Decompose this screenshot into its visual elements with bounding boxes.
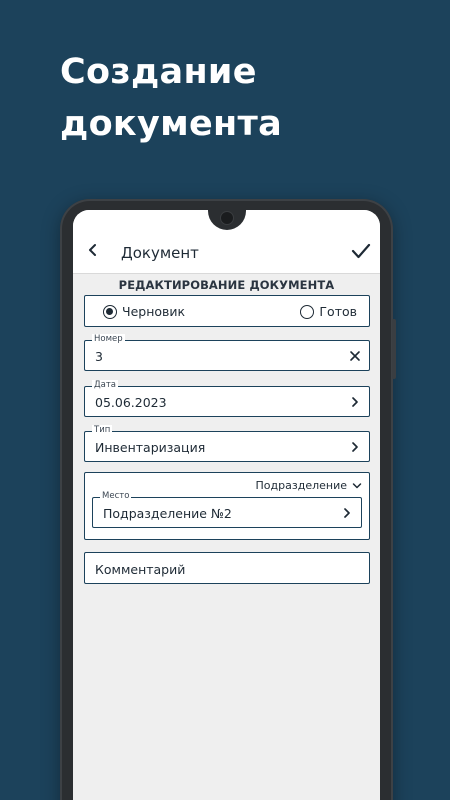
department-toggle[interactable]: Подразделение [256, 479, 362, 492]
radio-draft[interactable]: Черновик [103, 304, 185, 319]
chevron-right-icon[interactable] [341, 507, 353, 519]
place-field-label: Место [100, 491, 132, 502]
clear-icon[interactable] [349, 350, 361, 362]
status-radio-group: Черновик Готов [84, 295, 370, 327]
chevron-right-icon[interactable] [349, 441, 361, 453]
department-section: Подразделение Место Подразделение №2 [84, 472, 370, 540]
radio-checked-icon [103, 304, 117, 319]
number-field-label: Номер [92, 334, 125, 345]
camera-icon [221, 212, 233, 224]
date-field-label: Дата [92, 380, 119, 391]
number-field-value[interactable]: 3 [95, 349, 103, 364]
comment-placeholder: Комментарий [95, 562, 186, 577]
comment-field[interactable]: Комментарий [84, 552, 370, 584]
place-field[interactable]: Место Подразделение №2 [92, 491, 362, 528]
phone-side-button [392, 319, 396, 379]
type-field-label: Тип [92, 425, 113, 436]
radio-ready-label: Готов [319, 304, 357, 319]
date-field[interactable]: Дата 05.06.2023 [84, 380, 370, 417]
radio-ready[interactable]: Готов [300, 304, 357, 319]
check-icon[interactable] [351, 242, 371, 260]
chevron-right-icon[interactable] [349, 396, 361, 408]
radio-unchecked-icon [300, 304, 315, 319]
promo-title: Создание документа [60, 46, 282, 150]
place-field-value: Подразделение №2 [103, 506, 232, 521]
app-screen: Документ РЕДАКТИРОВАНИЕ ДОКУМЕНТА Чернов… [73, 210, 380, 800]
page-title: Документ [121, 244, 199, 262]
section-title: РЕДАКТИРОВАНИЕ ДОКУМЕНТА [118, 278, 335, 292]
radio-draft-label: Черновик [122, 304, 186, 319]
chevron-left-icon[interactable] [86, 243, 100, 257]
department-header-label: Подразделение [255, 479, 347, 492]
number-field[interactable]: Номер 3 [84, 334, 370, 371]
chevron-down-icon [352, 482, 362, 488]
promo-title-line-2: документа [60, 104, 283, 144]
type-field-value: Инвентаризация [95, 440, 206, 455]
date-field-value: 05.06.2023 [95, 395, 167, 410]
type-field[interactable]: Тип Инвентаризация [84, 425, 370, 462]
promo-title-line-1: Создание [60, 52, 257, 92]
